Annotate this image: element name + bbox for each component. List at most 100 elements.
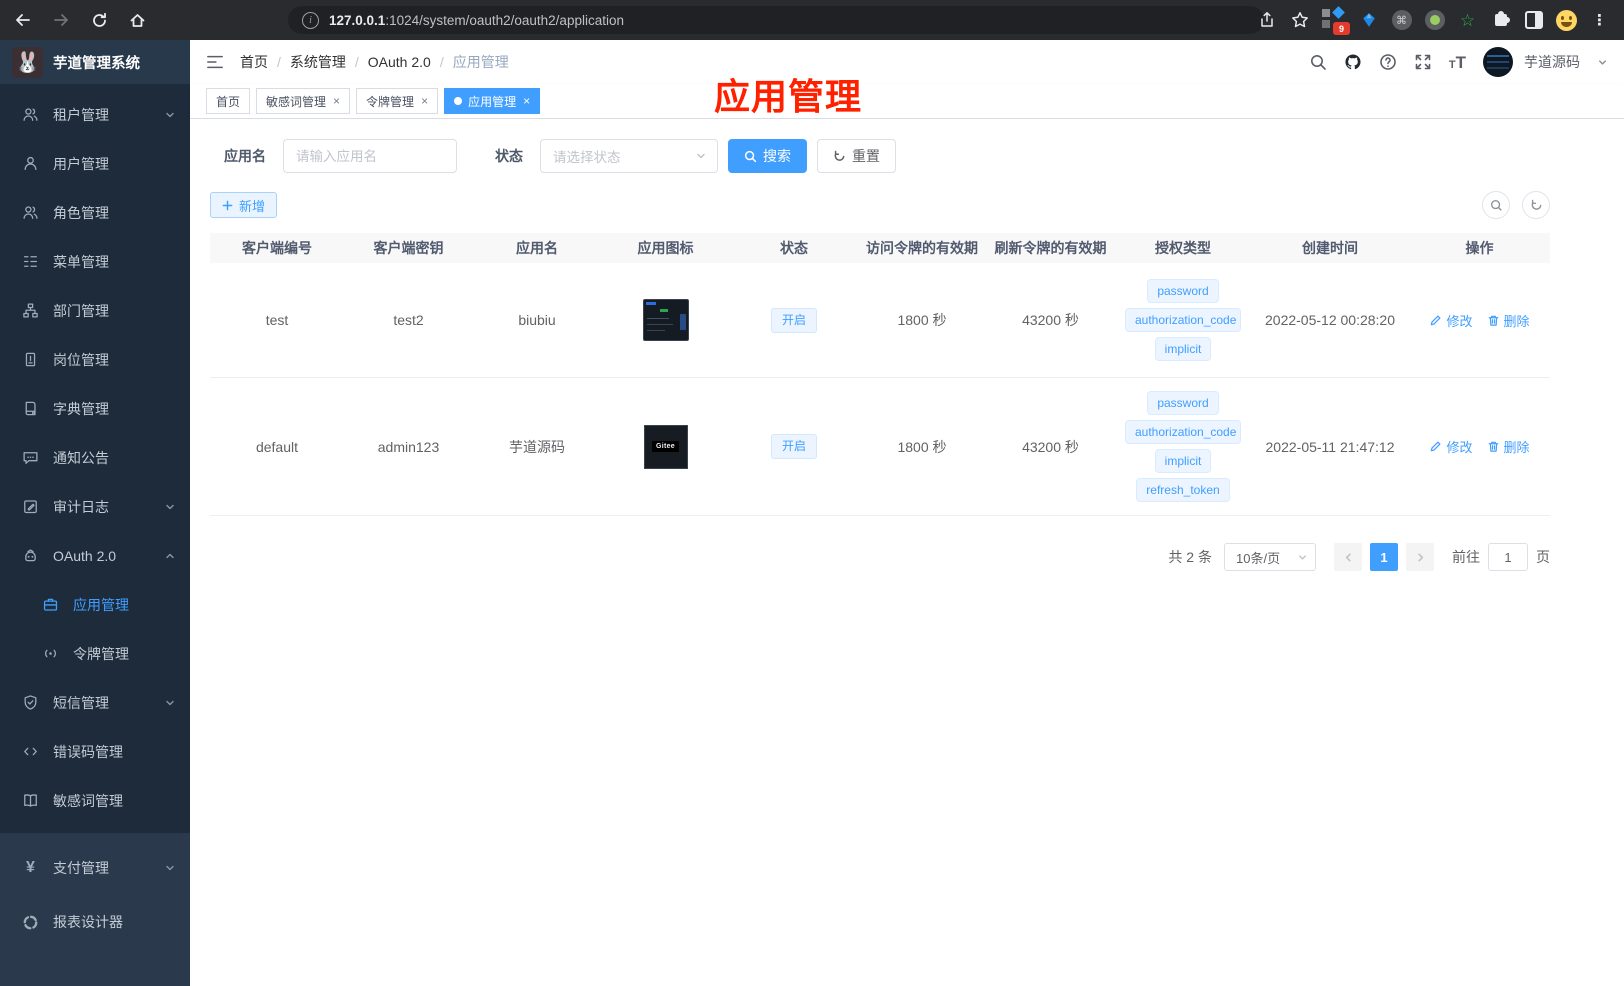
help-icon[interactable] [1379, 53, 1397, 71]
font-size-icon[interactable]: TT [1449, 54, 1466, 71]
edit-link[interactable]: 修改 [1429, 437, 1473, 456]
sidebar-item-sensitive-word[interactable]: 敏感词管理 [0, 776, 190, 825]
sidebar-item-dept[interactable]: 部门管理 [0, 286, 190, 335]
sidebar-item-role[interactable]: 角色管理 [0, 188, 190, 237]
chevron-left-icon [1345, 552, 1351, 562]
bookmark-star-icon[interactable] [1283, 0, 1316, 40]
applications-table: 客户端编号 客户端密钥 应用名 应用图标 状态 访问令牌的有效期 刷新令牌的有效… [210, 233, 1550, 516]
sidebar-item-menu[interactable]: 菜单管理 [0, 237, 190, 286]
briefcase-icon [42, 596, 59, 613]
tab-token[interactable]: 令牌管理 × [356, 88, 439, 114]
delete-link[interactable]: 删除 [1487, 437, 1530, 456]
tags-view-bar: 首页 敏感词管理 × 令牌管理 × 应用管理 × [190, 84, 1624, 119]
url-text: 127.0.0.1:1024/system/oauth2/oauth2/appl… [329, 12, 624, 28]
github-icon[interactable] [1344, 53, 1362, 71]
edit-link[interactable]: 修改 [1429, 311, 1473, 330]
goto-page-input[interactable] [1488, 543, 1528, 571]
close-icon[interactable]: × [421, 94, 428, 108]
sidebar-item-error-code[interactable]: 错误码管理 [0, 727, 190, 776]
table-toolbar: 新增 [210, 191, 1550, 219]
sidebar-item-oauth-token[interactable]: 令牌管理 [0, 629, 190, 678]
sidebar-item-dict[interactable]: 字典管理 [0, 384, 190, 433]
next-page-button[interactable] [1406, 543, 1434, 571]
report-icon [22, 914, 39, 931]
add-button[interactable]: 新增 [210, 192, 278, 218]
search-button[interactable]: 搜索 [728, 139, 807, 173]
search-icon[interactable] [1309, 53, 1327, 71]
tab-application[interactable]: 应用管理 × [444, 88, 541, 114]
sidebar-item-user[interactable]: 用户管理 [0, 139, 190, 188]
toggle-search-icon[interactable] [1482, 191, 1510, 219]
app-icon-thumbnail: Gitee [643, 424, 688, 469]
status-select[interactable]: 请选择状态 [540, 139, 718, 173]
shield-check-icon [22, 694, 39, 711]
status-select-placeholder: 请选择状态 [553, 150, 621, 165]
sidebar-item-label: 用户管理 [53, 155, 109, 172]
yen-icon: ¥ [26, 859, 35, 876]
screen: i 127.0.0.1:1024/system/oauth2/oauth2/ap… [0, 0, 1624, 986]
sidebar-item-label: 租户管理 [53, 106, 109, 123]
extensions-puzzle-icon[interactable] [1484, 0, 1517, 40]
browser-toolbar: i 127.0.0.1:1024/system/oauth2/oauth2/ap… [0, 0, 1624, 41]
sidebar-item-label: 通知公告 [53, 449, 109, 466]
command-extension-icon[interactable]: ⌘ [1385, 0, 1418, 40]
app-name-input[interactable] [283, 139, 457, 173]
user-avatar[interactable] [1483, 47, 1513, 77]
sidebar-item-notice[interactable]: 通知公告 [0, 433, 190, 482]
username[interactable]: 芋道源码 [1524, 52, 1580, 72]
fullscreen-icon[interactable] [1414, 53, 1432, 71]
side-panel-icon[interactable] [1517, 0, 1550, 40]
sidebar-item-oauth[interactable]: OAuth 2.0 [0, 531, 190, 580]
tab-sensitive-word[interactable]: 敏感词管理 × [256, 88, 351, 114]
refresh-table-icon[interactable] [1522, 191, 1550, 219]
browser-menu-icon[interactable]: ⋮ [1583, 0, 1616, 40]
sidebar-item-tenant[interactable]: 租户管理 [0, 90, 190, 139]
back-icon[interactable] [8, 5, 38, 35]
cell-access-validity: 1800 秒 [858, 377, 986, 516]
breadcrumb-oauth[interactable]: OAuth 2.0 [368, 54, 431, 70]
status-label: 状态 [495, 148, 523, 164]
cell-client-secret: test2 [344, 263, 473, 378]
col-client-id: 客户端编号 [210, 233, 344, 263]
reset-button[interactable]: 重置 [817, 139, 896, 173]
delete-link-label: 删除 [1503, 440, 1530, 455]
green-star-extension-icon[interactable]: ☆ [1451, 0, 1484, 40]
page-number-1[interactable]: 1 [1370, 543, 1398, 571]
sidebar-item-post[interactable]: 岗位管理 [0, 335, 190, 384]
sidebar-item-oauth-application[interactable]: 应用管理 [0, 580, 190, 629]
sidebar-item-payment[interactable]: ¥ 支付管理 [0, 841, 190, 895]
sidebar-logo[interactable]: 🐰 芋道管理系统 [0, 40, 190, 84]
chevron-down-icon [695, 150, 707, 162]
tab-home[interactable]: 首页 [206, 88, 251, 114]
extension-grid-icon[interactable]: 9 [1316, 0, 1352, 40]
breadcrumb-system[interactable]: 系统管理 [290, 52, 346, 72]
cell-created-time: 2022-05-11 21:47:12 [1251, 377, 1409, 516]
grant-type-tag: authorization_code [1125, 308, 1241, 332]
site-info-icon[interactable]: i [302, 11, 319, 29]
profile-avatar-icon[interactable] [1550, 0, 1583, 40]
col-client-secret: 客户端密钥 [344, 233, 473, 263]
home-icon[interactable] [122, 5, 152, 35]
gem-extension-icon[interactable] [1352, 0, 1385, 40]
prev-page-button[interactable] [1334, 543, 1362, 571]
sidebar-item-report-designer[interactable]: 报表设计器 [0, 895, 190, 949]
reload-icon[interactable] [84, 5, 114, 35]
close-icon[interactable]: × [333, 94, 340, 108]
forward-icon[interactable] [46, 5, 76, 35]
sidebar-item-audit-log[interactable]: 审计日志 [0, 482, 190, 531]
grant-type-tag: authorization_code [1125, 420, 1241, 444]
collapse-sidebar-icon[interactable] [206, 53, 224, 71]
close-icon[interactable]: × [523, 94, 530, 108]
address-bar[interactable]: i 127.0.0.1:1024/system/oauth2/oauth2/ap… [288, 6, 1264, 34]
sidebar: 🐰 芋道管理系统 租户管理 用户管理 角色管理 菜单管理 部门管理 岗位管理 字… [0, 40, 190, 986]
top-navbar: 首页 / 系统管理 / OAuth 2.0 / 应用管理 TT 芋道源码 [190, 40, 1624, 84]
sidebar-item-sms[interactable]: 短信管理 [0, 678, 190, 727]
col-grant-types: 授权类型 [1115, 233, 1251, 263]
status-badge: 开启 [770, 434, 817, 459]
breadcrumb-home[interactable]: 首页 [240, 52, 268, 72]
delete-link[interactable]: 删除 [1487, 311, 1530, 330]
chevron-down-icon[interactable] [1597, 57, 1608, 68]
share-icon[interactable] [1250, 0, 1283, 40]
page-size-select[interactable]: 10条/页 [1224, 543, 1316, 571]
record-extension-icon[interactable] [1418, 0, 1451, 40]
